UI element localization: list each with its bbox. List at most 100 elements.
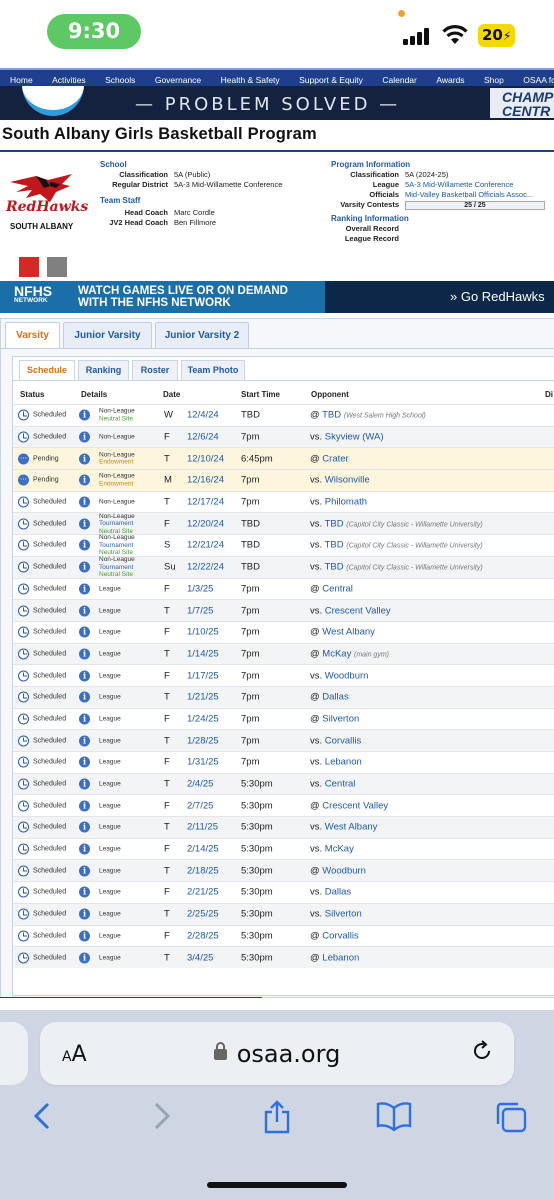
info-icon[interactable]: i [79,539,90,551]
info-icon[interactable]: i [79,952,90,964]
game-date-link[interactable]: 2/7/25 [187,800,213,811]
game-date-link[interactable]: 12/4/24 [187,410,219,421]
opponent-link[interactable]: Philomath [325,497,367,508]
home-indicator[interactable] [207,1182,347,1188]
nav-shop[interactable]: Shop [484,72,504,86]
game-date-link[interactable]: 12/6/24 [187,432,219,443]
opponent-link[interactable]: Silverton [322,713,359,724]
info-icon[interactable]: i [79,670,90,682]
address-bar[interactable]: AA osaa.org [40,1022,514,1085]
game-date-link[interactable]: 12/21/24 [187,540,224,551]
opponent-link[interactable]: Silverton [325,909,362,920]
game-date-link[interactable]: 2/4/25 [187,779,213,790]
tab-varsity[interactable]: Varsity [5,322,60,349]
url-text[interactable]: osaa.org [40,1040,514,1068]
info-icon[interactable]: i [79,865,90,877]
opponent-link[interactable]: TBD [325,562,344,573]
opponent-link[interactable]: Wilsonville [325,475,370,486]
info-icon[interactable]: i [79,930,90,942]
clock[interactable]: 9:30 [47,14,141,49]
nfhs-banner[interactable]: NFHS NETWORK WATCH GAMES LIVE OR ON DEMAN… [0,281,554,313]
tab-ranking[interactable]: Ranking [78,360,129,380]
nav-schools[interactable]: Schools [105,72,135,86]
game-date-link[interactable]: 1/28/25 [187,735,219,746]
info-icon[interactable]: i [79,561,90,573]
info-icon[interactable]: i [79,474,90,486]
reload-icon[interactable] [470,1039,494,1063]
nav-awards[interactable]: Awards [436,72,464,86]
opponent-link[interactable]: Central [325,779,356,790]
game-date-link[interactable]: 1/14/25 [187,648,219,659]
opponent-link[interactable]: Corvallis [322,930,358,941]
game-date-link[interactable]: 12/20/24 [187,518,224,529]
tab-schedule[interactable]: Schedule [19,360,75,380]
info-icon[interactable]: i [79,713,90,725]
game-date-link[interactable]: 1/24/25 [187,713,219,724]
opponent-link[interactable]: West Albany [322,627,375,638]
info-icon[interactable]: i [79,886,90,898]
tab-team-photo[interactable]: Team Photo [181,360,245,380]
previous-tab-card[interactable] [0,1022,28,1085]
game-date-link[interactable]: 12/16/24 [187,475,224,486]
opponent-link[interactable]: Crater [322,453,348,464]
opponent-link[interactable]: Dallas [322,692,348,703]
opponent-link[interactable]: Crescent Valley [325,605,391,616]
info-icon[interactable]: i [79,496,90,508]
game-date-link[interactable]: 12/10/24 [187,453,224,464]
info-icon[interactable]: i [79,583,90,595]
share-icon[interactable] [262,1100,292,1134]
bookmarks-icon[interactable] [376,1100,412,1132]
nav-support-equity[interactable]: Support & Equity [299,72,363,86]
game-date-link[interactable]: 2/21/25 [187,887,219,898]
opponent-link[interactable]: Lebanon [325,757,362,768]
game-date-link[interactable]: 2/14/25 [187,844,219,855]
opponent-link[interactable]: Woodburn [322,865,366,876]
nav-calendar[interactable]: Calendar [382,72,417,86]
game-date-link[interactable]: 1/10/25 [187,627,219,638]
nav-home[interactable]: Home [10,72,33,86]
nav-governance[interactable]: Governance [155,72,201,86]
info-icon[interactable]: i [79,518,90,530]
game-date-link[interactable]: 3/4/25 [187,952,213,963]
game-date-link[interactable]: 1/31/25 [187,757,219,768]
info-icon[interactable]: i [79,908,90,920]
game-date-link[interactable]: 2/28/25 [187,930,219,941]
tabs-icon[interactable] [494,1100,528,1134]
info-icon[interactable]: i [79,691,90,703]
info-icon[interactable]: i [79,605,90,617]
info-icon[interactable]: i [79,800,90,812]
opponent-link[interactable]: Dallas [325,887,351,898]
game-date-link[interactable]: 1/17/25 [187,670,219,681]
info-icon[interactable]: i [79,843,90,855]
nav-activities[interactable]: Activities [52,72,86,86]
info-icon[interactable]: i [79,626,90,638]
back-icon[interactable] [30,1100,54,1132]
ad-banner[interactable]: — PROBLEM SOLVED — CHAMP CENTR [0,86,554,120]
game-date-link[interactable]: 12/17/24 [187,497,224,508]
opponent-link[interactable]: TBD [325,540,344,551]
game-date-link[interactable]: 12/22/24 [187,562,224,573]
opponent-link[interactable]: McKay [322,648,351,659]
league-link[interactable]: 5A-3 Mid-Willamette Conference [405,180,513,190]
officials-link[interactable]: Mid-Valley Basketball Officials Assoc... [405,190,533,200]
info-icon[interactable]: i [79,756,90,768]
info-icon[interactable]: i [79,453,90,465]
opponent-link[interactable]: Lebanon [322,952,359,963]
opponent-link[interactable]: McKay [325,844,354,855]
info-icon[interactable]: i [79,735,90,747]
opponent-link[interactable]: Central [322,583,353,594]
info-icon[interactable]: i [79,431,90,443]
game-date-link[interactable]: 1/3/25 [187,583,213,594]
tab-junior-varsity[interactable]: Junior Varsity [63,322,152,348]
forward-icon[interactable] [150,1100,174,1132]
info-icon[interactable]: i [79,778,90,790]
tab-roster[interactable]: Roster [132,360,178,380]
opponent-link[interactable]: West Albany [325,822,378,833]
game-date-link[interactable]: 2/18/25 [187,865,219,876]
go-redhawks-link[interactable]: » Go RedHawks [450,289,545,304]
opponent-link[interactable]: TBD [322,410,341,421]
opponent-link[interactable]: Crescent Valley [322,800,388,811]
nav-health-safety[interactable]: Health & Safety [221,72,280,86]
game-date-link[interactable]: 2/11/25 [187,822,218,833]
opponent-link[interactable]: Woodburn [325,670,369,681]
